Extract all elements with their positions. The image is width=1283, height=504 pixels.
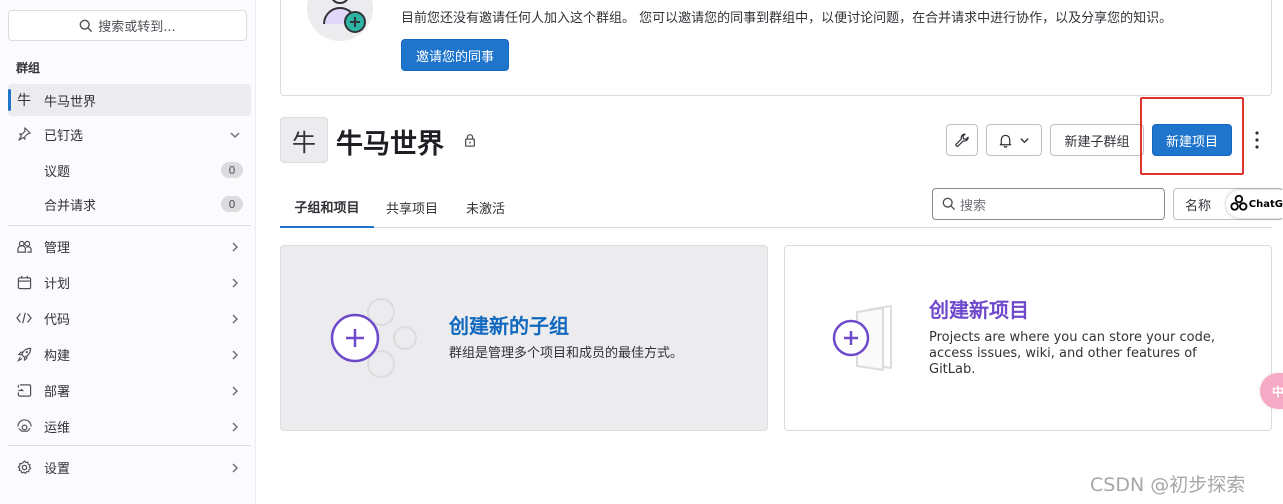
- global-search-label: 搜索或转到...: [98, 20, 176, 35]
- sidebar: 搜索或转到... 群组 牛 牛马世界 已钉选 议题 0 合并请求 0 管理 计划: [0, 0, 256, 504]
- sidebar-item-label: 构建: [44, 348, 71, 364]
- sidebar-item-deploy[interactable]: 部署: [8, 374, 251, 406]
- new-subgroup-button[interactable]: 新建子群组: [1050, 124, 1144, 156]
- sidebar-pinned-item-label: 合并请求: [44, 198, 97, 214]
- sidebar-divider: [8, 445, 251, 446]
- sidebar-pinned-item-label: 议题: [44, 164, 71, 180]
- tab-subgroups-and-projects[interactable]: 子组和项目: [280, 186, 374, 228]
- create-project-title: 创建新项目: [929, 298, 1029, 322]
- count-badge: 0: [221, 162, 243, 178]
- chevron-right-icon: [232, 242, 239, 252]
- monitor-icon: [14, 416, 34, 436]
- invite-colleagues-button[interactable]: 邀请您的同事: [401, 39, 509, 71]
- sidebar-item-pinned-label: 已钉选: [44, 128, 84, 144]
- global-search-button[interactable]: 搜索或转到...: [8, 10, 247, 41]
- project-illustration-icon: [832, 304, 892, 372]
- subgroup-illustration-icon: [330, 298, 417, 378]
- pin-icon: [14, 124, 34, 144]
- sidebar-item-label: 代码: [44, 312, 71, 328]
- chatgpt-badge-label: ChatG: [1248, 198, 1283, 210]
- sidebar-item-label: 运维: [44, 420, 71, 436]
- sidebar-item-label: 管理: [44, 240, 71, 256]
- sidebar-divider: [8, 225, 251, 226]
- gear-icon: [14, 457, 34, 477]
- csdn-watermark: CSDN @初步探索: [1090, 474, 1246, 496]
- invite-user-illustration: [307, 0, 373, 41]
- chevron-down-icon: [1020, 137, 1029, 143]
- sidebar-item-settings[interactable]: 设置: [8, 451, 251, 483]
- page-title: 牛马世界: [336, 129, 444, 160]
- group-avatar-small: 牛: [17, 93, 31, 109]
- sidebar-item-manage[interactable]: 管理: [8, 230, 251, 262]
- filter-search-placeholder: 搜索: [960, 198, 987, 214]
- sidebar-item-code[interactable]: 代码: [8, 302, 251, 334]
- count-badge: 0: [221, 196, 243, 212]
- sidebar-item-label: 计划: [44, 276, 71, 292]
- sidebar-item-plan[interactable]: 计划: [8, 266, 251, 298]
- tab-inactive[interactable]: 未激活: [466, 186, 505, 228]
- lock-icon: [464, 134, 476, 147]
- chevron-right-icon: [232, 278, 239, 288]
- users-icon: [14, 236, 34, 256]
- create-project-card[interactable]: 创建新项目 Projects are where you can store y…: [784, 245, 1272, 431]
- annotation-highlight-box: [1140, 97, 1244, 175]
- kebab-menu-icon[interactable]: [1252, 130, 1262, 150]
- deploy-icon: [14, 380, 34, 400]
- chevron-down-icon: [230, 132, 240, 139]
- notification-settings-button[interactable]: [986, 124, 1042, 156]
- create-project-description: Projects are where you can store your co…: [929, 330, 1215, 377]
- search-icon: [79, 19, 93, 32]
- filter-search-input[interactable]: 搜索: [932, 188, 1165, 220]
- chatgpt-logo-icon: [1230, 194, 1248, 211]
- sidebar-section-label: 群组: [16, 61, 41, 75]
- sidebar-item-group[interactable]: 牛 牛马世界: [8, 84, 251, 116]
- chatgpt-extension-badge[interactable]: ChatG: [1226, 190, 1283, 218]
- sidebar-item-pinned[interactable]: 已钉选: [8, 118, 251, 150]
- sidebar-item-label: 部署: [44, 384, 71, 400]
- sort-label: 名称: [1185, 198, 1212, 214]
- rocket-icon: [14, 344, 34, 364]
- chevron-right-icon: [232, 463, 239, 473]
- create-subgroup-card[interactable]: 创建新的子组 群组是管理多个项目和成员的最佳方式。: [280, 245, 768, 431]
- calendar-icon: [14, 272, 34, 292]
- code-icon: [14, 308, 34, 328]
- sidebar-item-label: 设置: [44, 461, 71, 477]
- sidebar-pinned-item-issues[interactable]: 议题 0: [44, 155, 251, 185]
- wrench-icon: [954, 133, 969, 147]
- chevron-right-icon: [232, 314, 239, 324]
- bell-icon: [999, 134, 1012, 148]
- sidebar-item-operate[interactable]: 运维: [8, 410, 251, 442]
- group-avatar: 牛: [280, 117, 328, 163]
- chevron-right-icon: [232, 386, 239, 396]
- create-subgroup-description: 群组是管理多个项目和成员的最佳方式。: [449, 346, 684, 361]
- sidebar-item-group-label: 牛马世界: [44, 94, 97, 110]
- create-subgroup-title: 创建新的子组: [449, 314, 569, 338]
- chevron-right-icon: [232, 350, 239, 360]
- chevron-right-icon: [232, 422, 239, 432]
- search-icon: [942, 197, 956, 211]
- sidebar-pinned-item-merge-requests[interactable]: 合并请求 0: [44, 189, 251, 219]
- group-settings-button[interactable]: [946, 124, 978, 156]
- invite-description: 目前您还没有邀请任何人加入这个群组。 您可以邀请您的同事到群组中，以便讨论问题，…: [401, 11, 1173, 26]
- tab-shared-projects[interactable]: 共享项目: [386, 186, 438, 228]
- sidebar-item-build[interactable]: 构建: [8, 338, 251, 370]
